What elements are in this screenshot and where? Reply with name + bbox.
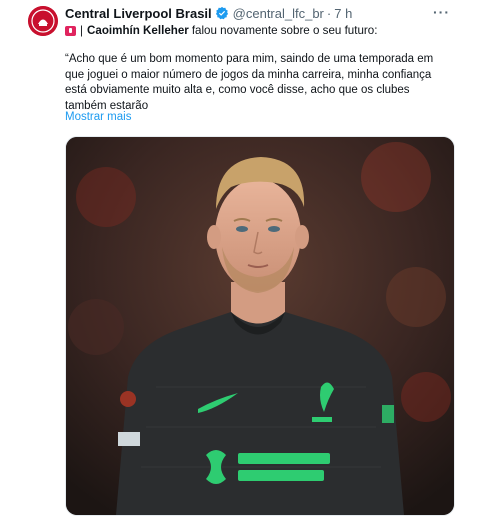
tweet-header: Central Liverpool Brasil @central_lfc_br… xyxy=(65,4,352,22)
line-separator: | xyxy=(80,24,84,37)
author-handle[interactable]: @central_lfc_br xyxy=(233,6,324,21)
show-more-link[interactable]: Mostrar mais xyxy=(65,111,131,123)
quote-line: está obviamente muito alta e, como você … xyxy=(65,84,410,96)
player-name: Caoimhín Kelleher xyxy=(87,24,189,37)
line1-text: falou novamente sobre o seu futuro: xyxy=(191,24,378,37)
header-separator: · xyxy=(326,5,332,21)
player-photo-illustration xyxy=(66,137,454,515)
red-flag-emoji-icon xyxy=(65,25,76,36)
tweet-first-line: | Caoimhín Kelleher falou novamente sobr… xyxy=(65,24,377,37)
tweet-photo[interactable] xyxy=(65,136,455,516)
author-name[interactable]: Central Liverpool Brasil xyxy=(65,6,212,21)
verified-badge-icon xyxy=(215,6,228,20)
author-avatar[interactable] xyxy=(28,6,58,36)
quote-line: que joguei o maior número de jogos da mi… xyxy=(65,68,432,81)
more-options-icon[interactable]: ··· xyxy=(433,4,450,20)
quote-line: “Acho que é um bom momento para mim, sai… xyxy=(65,53,434,65)
tweet-card[interactable]: Central Liverpool Brasil @central_lfc_br… xyxy=(0,0,488,518)
tweet-quote-text: “Acho que é um bom momento para mim, sai… xyxy=(65,52,465,114)
tweet-timestamp[interactable]: 7 h xyxy=(334,6,352,21)
